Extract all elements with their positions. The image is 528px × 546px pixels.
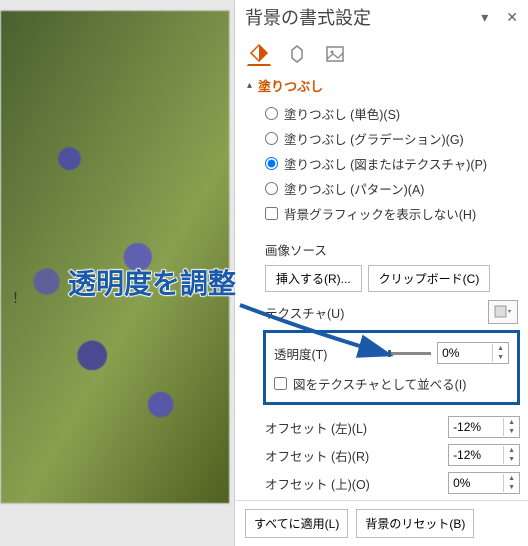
clipboard-button[interactable]: クリップボード(C) — [368, 265, 491, 292]
spin-up-icon[interactable]: ▲ — [493, 344, 508, 353]
spin-up-icon[interactable]: ▲ — [504, 418, 519, 427]
radio-gradient-label: 塗りつぶし (グラデーション)(G) — [284, 129, 464, 148]
radio-pattern-input[interactable] — [265, 182, 278, 195]
offset-top-input[interactable] — [449, 474, 503, 492]
offset-left-input[interactable] — [449, 418, 503, 436]
transparency-highlight: 透明度(T) ▲▼ 図をテクスチャとして並べる(I) — [263, 330, 520, 405]
offset-right-spinner[interactable]: ▲▼ — [448, 444, 520, 466]
spin-down-icon[interactable]: ▼ — [504, 427, 519, 436]
close-icon[interactable]: ✕ — [506, 9, 518, 26]
radio-pattern-label: 塗りつぶし (パターン)(A) — [284, 179, 424, 198]
panel-title: 背景の書式設定 — [245, 4, 481, 30]
tab-picture-icon[interactable] — [323, 42, 347, 66]
radio-picture-label: 塗りつぶし (図またはテクスチャ)(P) — [284, 154, 487, 173]
transparency-input[interactable] — [438, 344, 492, 362]
spin-down-icon[interactable]: ▼ — [504, 483, 519, 492]
radio-pattern-fill[interactable]: 塗りつぶし (パターン)(A) — [247, 176, 520, 201]
reset-background-button[interactable]: 背景のリセット(B) — [356, 509, 474, 538]
spin-down-icon[interactable]: ▼ — [504, 455, 519, 464]
offset-top-label: オフセット (上)(O) — [265, 474, 370, 493]
offset-left-spinner[interactable]: ▲▼ — [448, 416, 520, 438]
offset-top-spinner[interactable]: ▲▼ — [448, 472, 520, 494]
check-tile-label: 図をテクスチャとして並べる(I) — [293, 374, 466, 393]
radio-gradient-fill[interactable]: 塗りつぶし (グラデーション)(G) — [247, 126, 520, 151]
collapse-triangle-icon: ▴ — [247, 80, 252, 91]
fill-section-title: 塗りつぶし — [258, 76, 323, 95]
fill-section-header[interactable]: ▴ 塗りつぶし — [247, 76, 520, 95]
spin-down-icon[interactable]: ▼ — [493, 353, 508, 362]
insert-image-button[interactable]: 挿入する(R)... — [265, 265, 362, 292]
slide-marker: ！ — [12, 288, 26, 308]
offset-right-input[interactable] — [449, 446, 503, 464]
spin-up-icon[interactable]: ▲ — [504, 446, 519, 455]
check-tile-input[interactable] — [274, 377, 287, 390]
tab-effects-icon[interactable] — [285, 42, 309, 66]
radio-picture-fill[interactable]: 塗りつぶし (図またはテクスチャ)(P) — [247, 151, 520, 176]
transparency-spinner[interactable]: ▲▼ — [437, 342, 509, 364]
apply-all-button[interactable]: すべてに適用(L) — [245, 509, 348, 538]
radio-solid-label: 塗りつぶし (単色)(S) — [284, 104, 400, 123]
dropdown-icon[interactable]: ▾ — [481, 9, 488, 26]
radio-gradient-input[interactable] — [265, 132, 278, 145]
slide-preview-image — [0, 10, 230, 504]
texture-label: テクスチャ(U) — [265, 303, 344, 322]
radio-picture-input[interactable] — [265, 157, 278, 170]
texture-dropdown[interactable] — [488, 300, 518, 324]
check-hide-bg-input[interactable] — [265, 207, 278, 220]
check-hide-bg[interactable]: 背景グラフィックを表示しない(H) — [247, 201, 520, 226]
transparency-label: 透明度(T) — [274, 344, 327, 363]
check-tile-texture[interactable]: 図をテクスチャとして並べる(I) — [274, 371, 509, 396]
offset-left-label: オフセット (左)(L) — [265, 418, 367, 437]
offset-right-label: オフセット (右)(R) — [265, 446, 369, 465]
spin-up-icon[interactable]: ▲ — [504, 474, 519, 483]
check-hide-bg-label: 背景グラフィックを表示しない(H) — [284, 204, 476, 223]
radio-solid-input[interactable] — [265, 107, 278, 120]
radio-solid-fill[interactable]: 塗りつぶし (単色)(S) — [247, 101, 520, 126]
transparency-slider[interactable] — [391, 352, 431, 355]
image-source-label: 画像ソース — [265, 240, 520, 259]
tab-fill-icon[interactable] — [247, 42, 271, 66]
